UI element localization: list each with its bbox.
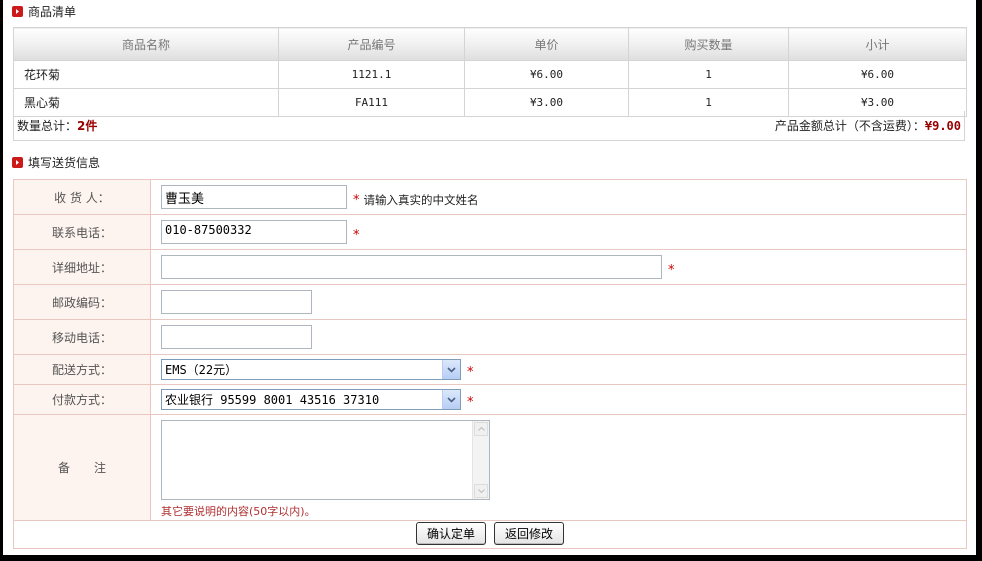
- cell-subtotal: ¥6.00: [788, 60, 967, 89]
- goods-section-title: 商品清单: [28, 4, 77, 19]
- order-page: 商品清单 商品名称 产品编号 单价 购买数量 小计 花环菊 1121.1 ¥6.…: [3, 0, 976, 555]
- remark-textarea[interactable]: [161, 420, 490, 500]
- goods-table: 商品名称 产品编号 单价 购买数量 小计 花环菊 1121.1 ¥6.00 1 …: [13, 27, 967, 117]
- chevron-down-icon[interactable]: [442, 390, 460, 409]
- cell-price: ¥6.00: [464, 60, 629, 89]
- shipping-select[interactable]: EMS（22元）: [161, 359, 461, 380]
- shipping-selected: EMS（22元）: [165, 363, 238, 377]
- form-row-receiver: 收 货 人： 曹玉美 * 请输入真实的中文姓名: [13, 179, 967, 215]
- col-header-qty: 购买数量: [628, 27, 789, 61]
- form-row-phone: 联系电话： 010-87500332 *: [13, 214, 967, 250]
- payment-select[interactable]: 农业银行 95599 8001 43516 37310: [161, 389, 461, 410]
- scrollbar[interactable]: [472, 421, 489, 499]
- delivery-section-title: 填写送货信息: [28, 155, 101, 170]
- form-row-address: 详细地址： *: [13, 249, 967, 285]
- delivery-section-header: 填写送货信息: [12, 155, 101, 170]
- confirm-order-button[interactable]: 确认定单: [415, 522, 486, 545]
- amount-total-label: 产品金额总计（不含运费）：: [774, 119, 925, 133]
- postcode-label: 邮政编码：: [13, 284, 151, 320]
- required-mark: *: [668, 262, 675, 278]
- shipping-label: 配送方式：: [13, 354, 151, 385]
- col-header-name: 商品名称: [13, 27, 279, 61]
- form-row-postcode: 邮政编码：: [13, 284, 967, 320]
- phone-label: 联系电话：: [13, 214, 151, 250]
- receiver-input[interactable]: 曹玉美: [161, 185, 347, 209]
- col-header-code: 产品编号: [278, 27, 465, 61]
- required-mark: *: [353, 227, 360, 243]
- quantity-total: 数量总计：2件: [17, 117, 97, 134]
- form-row-shipping: 配送方式： EMS（22元） *: [13, 354, 967, 385]
- postcode-input[interactable]: [161, 290, 312, 314]
- cell-qty: 1: [628, 60, 789, 89]
- scroll-down-icon[interactable]: [474, 484, 488, 498]
- scroll-up-icon[interactable]: [474, 422, 488, 436]
- form-row-remark: 备 注 其它要说明的内容(50字以内)。: [13, 414, 967, 521]
- col-header-price: 单价: [464, 27, 629, 61]
- phone-input[interactable]: 010-87500332: [161, 220, 347, 244]
- remark-label: 备 注: [13, 414, 151, 521]
- arrow-right-icon: [12, 5, 23, 17]
- form-row-payment: 付款方式： 农业银行 95599 8001 43516 37310 *: [13, 384, 967, 415]
- delivery-form: 收 货 人： 曹玉美 * 请输入真实的中文姓名 联系电话： 010-87500332…: [13, 179, 967, 521]
- order-summary: 数量总计：2件 产品金额总计（不含运费）：¥9.00: [13, 111, 965, 141]
- table-header-row: 商品名称 产品编号 单价 购买数量 小计: [13, 27, 967, 61]
- payment-selected: 农业银行 95599 8001 43516 37310: [165, 393, 380, 407]
- payment-label: 付款方式：: [13, 384, 151, 415]
- receiver-label: 收 货 人：: [13, 179, 151, 215]
- goods-section-header: 商品清单: [12, 4, 77, 19]
- quantity-total-value: 2件: [77, 119, 98, 133]
- table-row: 花环菊 1121.1 ¥6.00 1 ¥6.00: [13, 60, 967, 89]
- mobile-label: 移动电话：: [13, 319, 151, 355]
- cell-name: 花环菊: [13, 60, 279, 89]
- required-mark: *: [353, 192, 360, 208]
- address-label: 详细地址：: [13, 249, 151, 285]
- form-row-mobile: 移动电话：: [13, 319, 967, 355]
- receiver-hint: 请输入真实的中文姓名: [363, 193, 479, 207]
- address-input[interactable]: [161, 255, 662, 279]
- amount-total: 产品金额总计（不含运费）：¥9.00: [775, 117, 961, 134]
- remark-note: 其它要说明的内容(50字以内)。: [161, 505, 316, 518]
- quantity-total-label: 数量总计：: [17, 119, 78, 133]
- required-mark: *: [467, 395, 474, 410]
- chevron-down-icon[interactable]: [442, 360, 460, 379]
- cell-code: 1121.1: [278, 60, 465, 89]
- required-mark: *: [467, 365, 474, 380]
- back-edit-button[interactable]: 返回修改: [494, 522, 565, 545]
- col-header-subtotal: 小计: [788, 27, 967, 61]
- action-bar: 确认定单 返回修改: [13, 519, 967, 549]
- arrow-right-icon: [12, 156, 23, 168]
- amount-total-value: ¥9.00: [924, 119, 961, 133]
- mobile-input[interactable]: [161, 325, 312, 349]
